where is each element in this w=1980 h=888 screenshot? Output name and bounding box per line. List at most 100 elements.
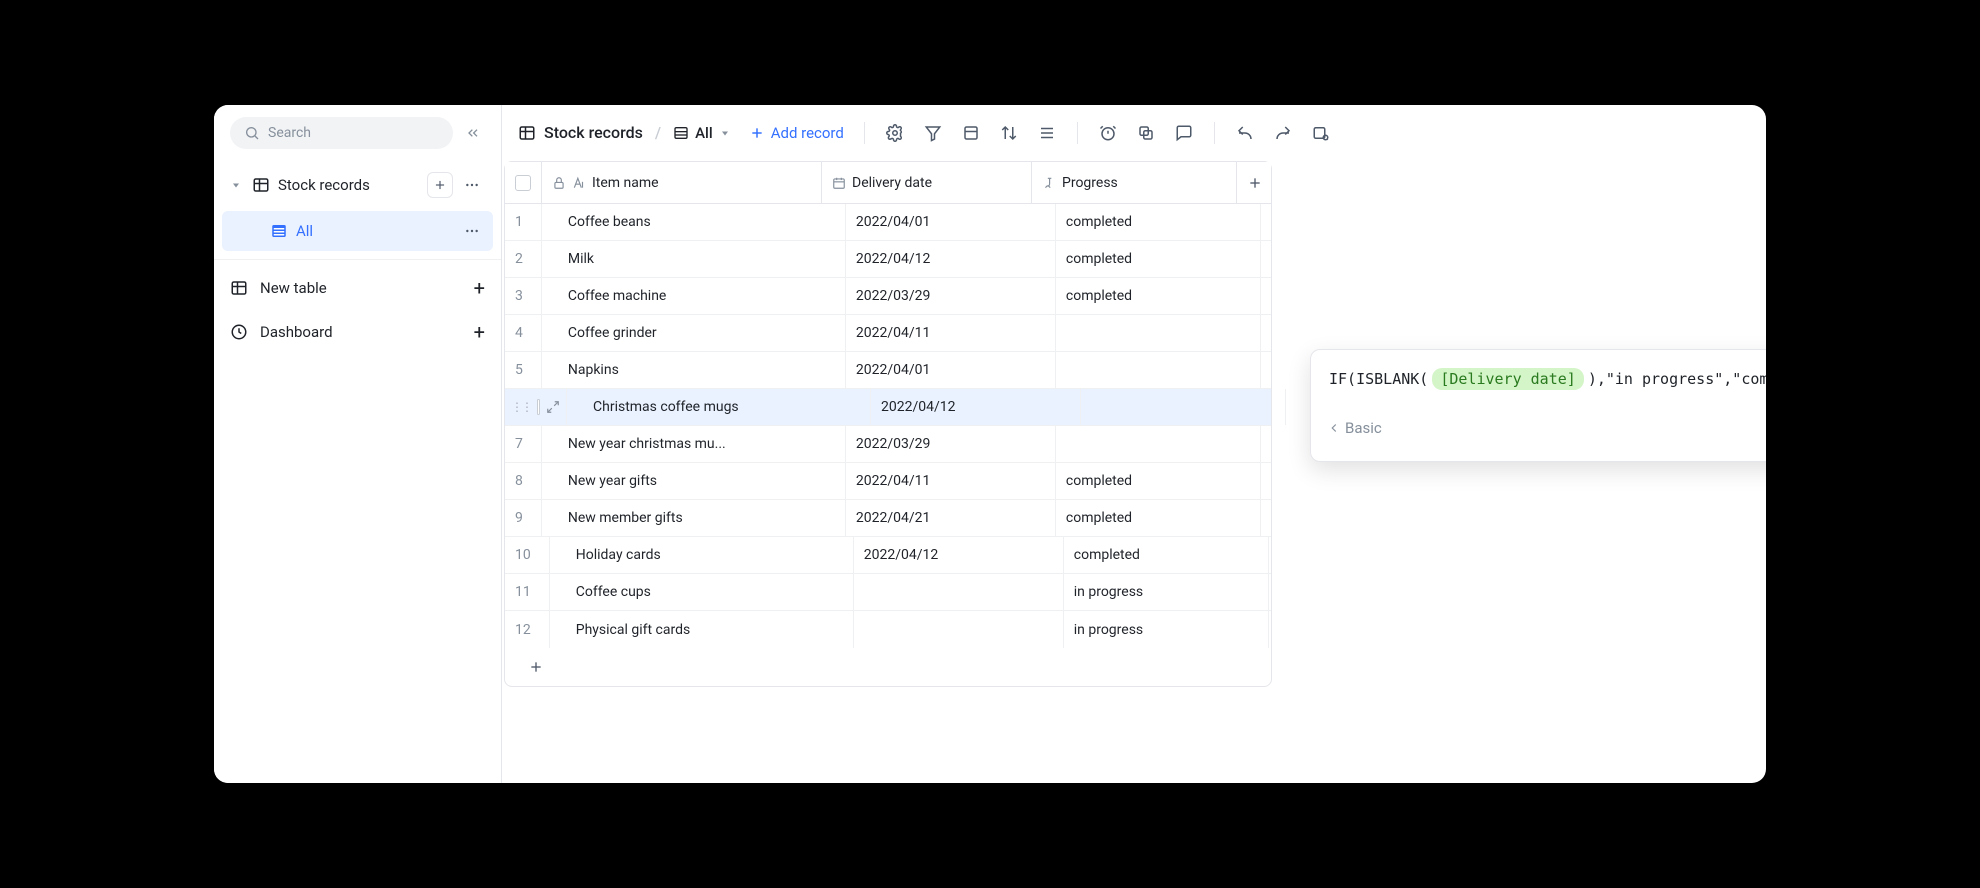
sidebar-new-table[interactable]: New table +: [214, 266, 501, 310]
table-row[interactable]: 8New year gifts2022/04/11completed: [505, 463, 1271, 500]
cell-progress[interactable]: completed: [1056, 500, 1261, 536]
row-number-cell[interactable]: 3: [505, 278, 542, 314]
cell-item[interactable]: Holiday cards: [550, 537, 854, 573]
redo-button[interactable]: [1273, 123, 1293, 143]
table-row[interactable]: 2Milk2022/04/12completed: [505, 241, 1271, 278]
table-row[interactable]: 7New year christmas mu...2022/03/29: [505, 426, 1271, 463]
row-number-cell[interactable]: 9: [505, 500, 542, 536]
dashboard-plus[interactable]: +: [474, 320, 485, 344]
table-more-button[interactable]: [459, 172, 485, 198]
cell-progress[interactable]: in progress: [1064, 611, 1269, 648]
find-button[interactable]: [1311, 123, 1331, 143]
cell-item[interactable]: New member gifts: [542, 500, 846, 536]
cell-progress[interactable]: [1056, 426, 1261, 462]
formula-field-chip[interactable]: [Delivery date]: [1432, 368, 1583, 390]
add-record-button[interactable]: Add record: [749, 124, 844, 142]
cell-progress[interactable]: completed: [1056, 278, 1261, 314]
comment-button[interactable]: [1174, 123, 1194, 143]
table-row[interactable]: ⋮⋮ Christmas coffee mugs2022/04/12: [505, 389, 1271, 426]
select-all-cell[interactable]: [505, 162, 542, 203]
cell-progress[interactable]: completed: [1056, 241, 1261, 277]
cell-progress[interactable]: in progress: [1064, 574, 1269, 610]
column-header-date[interactable]: Delivery date: [822, 162, 1032, 203]
row-number-cell[interactable]: 2: [505, 241, 542, 277]
cell-item[interactable]: Milk: [542, 241, 846, 277]
expand-row-icon[interactable]: [546, 400, 560, 414]
checkbox[interactable]: [537, 399, 540, 415]
sidebar-view-all[interactable]: All: [222, 211, 493, 251]
reminder-button[interactable]: [1098, 123, 1118, 143]
settings-button[interactable]: [885, 123, 905, 143]
collapse-sidebar-button[interactable]: [461, 121, 485, 145]
cell-date[interactable]: 2022/04/12: [846, 241, 1056, 277]
cell-date[interactable]: 2022/04/01: [846, 204, 1056, 240]
cell-item[interactable]: Coffee grinder: [542, 315, 846, 351]
checkbox[interactable]: [515, 175, 531, 191]
table-row[interactable]: 1Coffee beans2022/04/01completed: [505, 204, 1271, 241]
cell-progress[interactable]: completed: [1056, 204, 1261, 240]
add-row-button[interactable]: [505, 659, 567, 675]
table-row[interactable]: 10Holiday cards2022/04/12completed: [505, 537, 1271, 574]
cell-item[interactable]: Physical gift cards: [550, 611, 854, 648]
row-number-cell[interactable]: 1: [505, 204, 542, 240]
new-table-plus[interactable]: +: [474, 276, 485, 300]
cell-date[interactable]: [854, 611, 1064, 648]
row-number-cell[interactable]: 7: [505, 426, 542, 462]
sidebar-table-row[interactable]: Stock records: [222, 165, 493, 205]
cell-date[interactable]: 2022/04/21: [846, 500, 1056, 536]
group-icon: [962, 124, 980, 142]
formula-input[interactable]: IF(ISBLANK( [Delivery date] ),"in progre…: [1311, 350, 1766, 398]
copy-button[interactable]: [1136, 123, 1156, 143]
row-number-cell[interactable]: 5: [505, 352, 542, 388]
column-header-progress[interactable]: Progress: [1032, 162, 1237, 203]
filter-button[interactable]: [923, 123, 943, 143]
add-view-button[interactable]: [427, 172, 453, 198]
cell-date[interactable]: 2022/04/11: [846, 315, 1056, 351]
table-row[interactable]: 11Coffee cups in progress: [505, 574, 1271, 611]
table-outline-icon: [230, 279, 248, 297]
drag-handle-icon[interactable]: ⋮⋮: [511, 400, 531, 414]
group-button[interactable]: [961, 123, 981, 143]
cell-item[interactable]: New year christmas mu...: [542, 426, 846, 462]
cell-date[interactable]: [854, 574, 1064, 610]
cell-item[interactable]: Coffee machine: [542, 278, 846, 314]
redo-icon: [1274, 124, 1292, 142]
cell-date[interactable]: 2022/04/11: [846, 463, 1056, 499]
table-row[interactable]: 12Physical gift cards in progress: [505, 611, 1271, 648]
cell-date[interactable]: 2022/04/12: [871, 389, 1081, 425]
table-row[interactable]: 5Napkins2022/04/01: [505, 352, 1271, 389]
cell-date[interactable]: 2022/03/29: [846, 426, 1056, 462]
row-number-cell[interactable]: 10: [505, 537, 550, 573]
view-selector[interactable]: All: [673, 124, 731, 142]
cell-progress[interactable]: [1056, 352, 1261, 388]
cell-date[interactable]: 2022/04/01: [846, 352, 1056, 388]
cell-date[interactable]: 2022/03/29: [846, 278, 1056, 314]
add-column-button[interactable]: [1237, 162, 1273, 203]
row-height-button[interactable]: [1037, 123, 1057, 143]
undo-button[interactable]: [1235, 123, 1255, 143]
cell-item[interactable]: Napkins: [542, 352, 846, 388]
row-number-cell[interactable]: 11: [505, 574, 550, 610]
table-row[interactable]: 3Coffee machine2022/03/29completed: [505, 278, 1271, 315]
cell-date[interactable]: 2022/04/12: [854, 537, 1064, 573]
cell-progress[interactable]: [1081, 389, 1286, 425]
cell-item[interactable]: Coffee cups: [550, 574, 854, 610]
table-row[interactable]: 9New member gifts2022/04/21completed: [505, 500, 1271, 537]
table-row[interactable]: 4Coffee grinder2022/04/11: [505, 315, 1271, 352]
row-number-cell[interactable]: ⋮⋮: [505, 389, 567, 425]
cell-progress[interactable]: [1056, 315, 1261, 351]
row-number-cell[interactable]: 12: [505, 611, 550, 648]
cell-item[interactable]: Coffee beans: [542, 204, 846, 240]
row-number-cell[interactable]: 4: [505, 315, 542, 351]
cell-progress[interactable]: completed: [1064, 537, 1269, 573]
row-number-cell[interactable]: 8: [505, 463, 542, 499]
sidebar-dashboard[interactable]: Dashboard +: [214, 310, 501, 354]
column-header-item[interactable]: Item name: [542, 162, 822, 203]
sort-button[interactable]: [999, 123, 1019, 143]
cell-item[interactable]: New year gifts: [542, 463, 846, 499]
cell-item[interactable]: Christmas coffee mugs: [567, 389, 871, 425]
search-input[interactable]: Search: [230, 117, 453, 149]
view-more-button[interactable]: [459, 218, 485, 244]
cell-progress[interactable]: completed: [1056, 463, 1261, 499]
formula-basic-mode-button[interactable]: Basic: [1327, 419, 1382, 437]
